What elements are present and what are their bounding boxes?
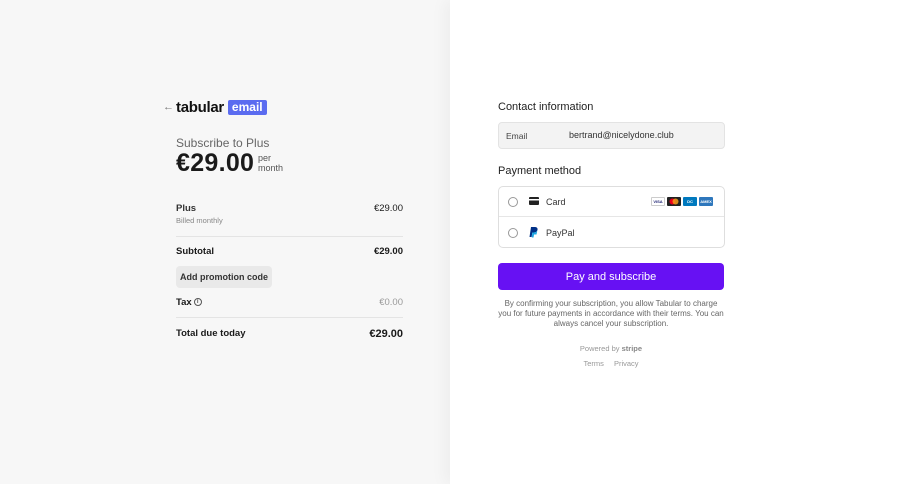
card-label: Card	[546, 197, 566, 207]
email-value: bertrand@nicelydone.club	[569, 130, 674, 140]
line-item-price: €29.00	[373, 203, 403, 214]
payment-option-paypal[interactable]: PayPal	[499, 218, 724, 248]
total-row: Total due today €29.00	[176, 328, 403, 340]
powered-by-stripe[interactable]: Powered by stripe	[498, 344, 724, 353]
total-label: Total due today	[176, 328, 246, 339]
billing-period: per month	[258, 153, 298, 173]
subtotal-row: Subtotal €29.00	[176, 246, 403, 257]
mastercard-icon	[667, 197, 681, 206]
brand-badge: email	[227, 100, 267, 115]
card-radio[interactable]	[508, 197, 518, 207]
line-item-billing: Billed monthly	[176, 216, 223, 225]
tax-row: Tax i €0.00	[176, 297, 403, 308]
visa-icon: VISA	[651, 197, 665, 206]
contact-information-title: Contact information	[498, 101, 594, 113]
credit-card-icon	[529, 197, 539, 207]
period-line-2: month	[258, 163, 284, 173]
email-label: Email	[506, 131, 528, 141]
tax-label-group: Tax i	[176, 297, 202, 308]
paypal-radio[interactable]	[508, 228, 518, 238]
line-item-name: Plus	[176, 203, 197, 214]
paypal-label: PayPal	[546, 228, 575, 238]
brand-logo: tabular email	[176, 99, 267, 116]
tax-label: Tax	[176, 297, 192, 308]
back-arrow-icon[interactable]: ←	[163, 101, 174, 113]
powered-by-label: Powered by	[579, 344, 620, 353]
tax-value: €0.00	[379, 297, 403, 308]
pay-and-subscribe-button[interactable]: Pay and subscribe	[498, 263, 724, 290]
period-line-1: per	[258, 153, 272, 163]
divider	[176, 317, 403, 318]
card-brand-logos: VISA DC AMEX	[651, 197, 713, 206]
info-icon[interactable]: i	[193, 298, 202, 307]
stripe-logo: stripe	[621, 344, 643, 353]
terms-disclaimer: By confirming your subscription, you all…	[498, 299, 724, 328]
subtotal-label: Subtotal	[176, 246, 214, 257]
privacy-link[interactable]: Privacy	[614, 359, 639, 368]
brand-name: tabular	[176, 99, 224, 116]
order-summary-panel: ← tabular email Subscribe to Plus €29.00…	[0, 0, 450, 484]
plan-price: €29.00	[176, 149, 255, 177]
add-promotion-code-button[interactable]: Add promotion code	[176, 266, 272, 288]
amex-icon: AMEX	[699, 197, 713, 206]
terms-link[interactable]: Terms	[583, 359, 603, 368]
total-value: €29.00	[369, 328, 403, 340]
footer-links: Terms Privacy	[498, 359, 724, 368]
subscribe-label: Subscribe to Plus	[176, 136, 270, 150]
diners-club-icon: DC	[683, 197, 697, 206]
email-field[interactable]: Email bertrand@nicelydone.club	[498, 122, 725, 149]
payment-option-card[interactable]: Card VISA DC AMEX	[499, 187, 724, 217]
subtotal-value: €29.00	[373, 246, 403, 257]
paypal-icon	[529, 227, 538, 240]
divider	[176, 236, 403, 237]
payment-method-selector: Card VISA DC AMEX PayPal	[498, 186, 725, 248]
line-item-row: Plus €29.00	[176, 203, 403, 214]
payment-method-title: Payment method	[498, 165, 582, 177]
